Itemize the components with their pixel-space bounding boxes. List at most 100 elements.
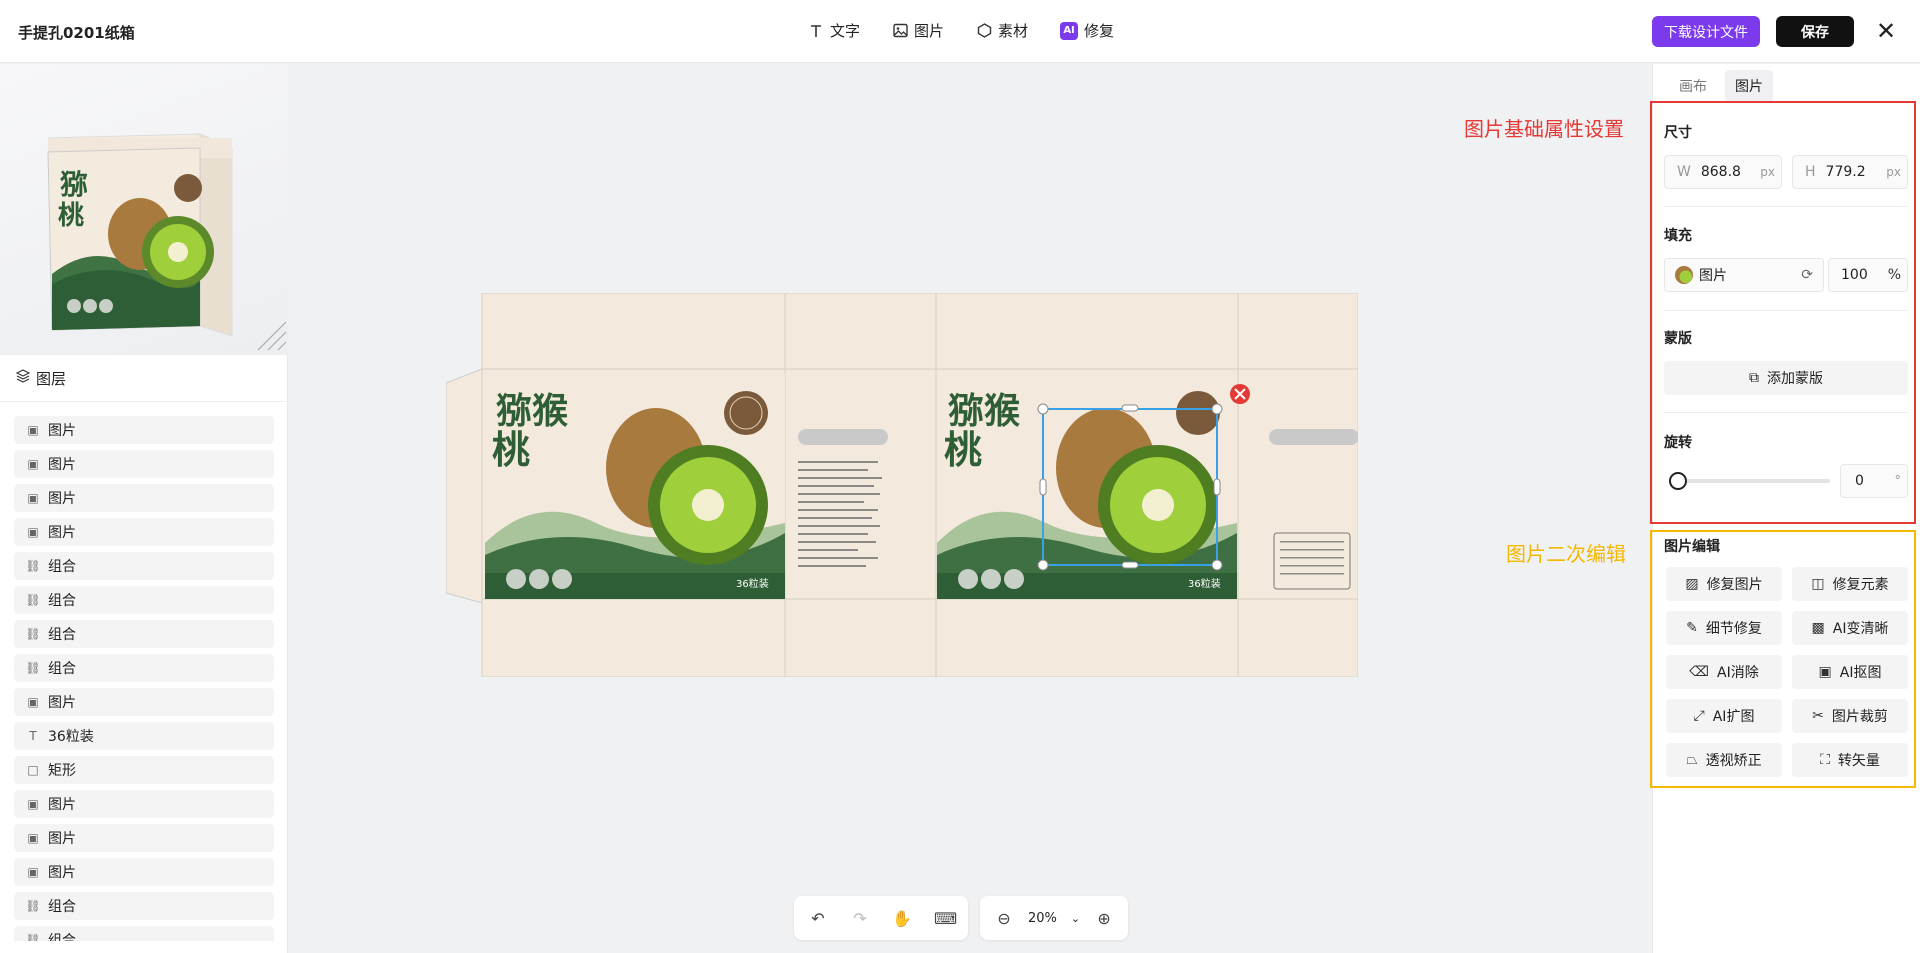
- image-crop-button[interactable]: ✂ 图片裁剪: [1792, 699, 1908, 733]
- rotation-slider-handle[interactable]: [1669, 472, 1687, 490]
- layer-item[interactable]: ▣ 图片: [14, 790, 274, 818]
- height-value[interactable]: 779.2: [1826, 164, 1866, 180]
- to-vector-button[interactable]: ⛶ 转矢量: [1792, 743, 1908, 777]
- expand-icon: ⤢: [1693, 708, 1705, 724]
- zoom-in-icon[interactable]: ⊕: [1094, 909, 1114, 928]
- group-layer-icon: ⛓: [25, 661, 41, 675]
- to-vector-label: 转矢量: [1837, 753, 1880, 769]
- detail-repair-button[interactable]: ✎ 细节修复: [1666, 611, 1782, 645]
- svg-text:桃: 桃: [492, 427, 530, 472]
- annotation-secondary-edit: 图片二次编辑: [1506, 542, 1626, 566]
- repair-element-icon: ◫: [1811, 576, 1825, 592]
- hand-icon[interactable]: ✋: [892, 909, 912, 928]
- fill-opacity-value[interactable]: 100: [1841, 267, 1868, 283]
- refresh-icon[interactable]: ⟳: [1801, 267, 1813, 283]
- ai-repair-tool-label: 修复: [1084, 22, 1115, 40]
- text-tool-button[interactable]: 文字: [808, 20, 860, 41]
- design-canvas[interactable]: 猕猴 桃 36粒装 猕猴 桃 36粒装: [289, 64, 1651, 953]
- ai-cutout-label: AI抠图: [1839, 665, 1882, 681]
- fill-opacity-unit: %: [1887, 267, 1901, 283]
- rotation-unit: °: [1894, 473, 1902, 489]
- layer-item[interactable]: ⛓ 组合: [14, 586, 274, 614]
- layer-label: 图片: [48, 831, 76, 847]
- perspective-correct-button[interactable]: ⏢ 透视矫正: [1666, 743, 1782, 777]
- layers-title: 图层: [36, 369, 67, 388]
- eraser-icon: ⌫: [1689, 664, 1710, 680]
- layer-label: 图片: [48, 491, 76, 507]
- layer-item[interactable]: ▣ 图片: [14, 484, 274, 512]
- download-design-button[interactable]: 下载设计文件: [1652, 16, 1760, 47]
- ai-sharpen-button[interactable]: ▩ AI变清晰: [1792, 611, 1908, 645]
- tab-canvas[interactable]: 画布: [1669, 70, 1717, 102]
- layer-item[interactable]: ▣ 图片: [14, 450, 274, 478]
- zoom-value[interactable]: 20%: [1028, 911, 1057, 926]
- height-field[interactable]: H 779.2 px: [1792, 155, 1908, 189]
- image-edit-section-title: 图片编辑: [1664, 539, 1720, 555]
- layer-item[interactable]: ▣ 图片: [14, 858, 274, 886]
- repair-image-button[interactable]: ▨ 修复图片: [1666, 567, 1782, 601]
- 3d-box-preview[interactable]: 猕 桃: [0, 64, 288, 354]
- add-mask-button[interactable]: ⧉ 添加蒙版: [1664, 361, 1908, 395]
- ai-repair-tool-button[interactable]: AI 修复: [1060, 20, 1114, 41]
- layer-item[interactable]: T 36粒装: [14, 722, 274, 750]
- rotation-slider[interactable]: [1670, 479, 1830, 483]
- group-layer-icon: ⛓: [25, 593, 41, 607]
- rotation-field[interactable]: 0 °: [1840, 464, 1908, 498]
- fill-type-field[interactable]: 图片 ⟳: [1664, 258, 1824, 292]
- fill-type-label: 图片: [1699, 268, 1727, 284]
- save-button[interactable]: 保存: [1776, 16, 1854, 47]
- divider: [1664, 206, 1908, 207]
- kiwi-thumbnail-icon: [1675, 266, 1693, 284]
- image-layer-icon: ▣: [27, 423, 39, 437]
- chevron-down-icon[interactable]: ⌄: [1071, 912, 1080, 925]
- left-panel: 猕 桃 图层 ▣ 图片 ▣ 图片 ▣ 图片 ▣ 图片 ⛓ 组合 ⛓ 组合 ⛓ 组合 ⛓ 组合 ▣…: [0, 64, 288, 953]
- scissors-icon: ✂: [1812, 708, 1824, 724]
- layer-item[interactable]: ⛓ 组合: [14, 620, 274, 648]
- layer-item[interactable]: ⛓ 组合: [14, 892, 274, 920]
- ai-erase-button[interactable]: ⌫ AI消除: [1666, 655, 1782, 689]
- material-icon: [976, 23, 992, 39]
- layer-label: 组合: [48, 933, 76, 941]
- layer-item[interactable]: □ 矩形: [14, 756, 274, 784]
- layer-item[interactable]: ⛓ 组合: [14, 654, 274, 682]
- divider: [1664, 310, 1908, 311]
- fill-opacity-field[interactable]: 100 %: [1828, 258, 1908, 292]
- layer-item[interactable]: ⛓ 组合: [14, 552, 274, 580]
- mask-icon: ⧉: [1749, 370, 1759, 386]
- close-icon[interactable]: ✕: [1874, 18, 1898, 44]
- image-tool-button[interactable]: 图片: [892, 20, 944, 41]
- ai-cutout-button[interactable]: ▣ AI抠图: [1792, 655, 1908, 689]
- keyboard-icon[interactable]: ⌨: [934, 909, 957, 928]
- ai-erase-label: AI消除: [1717, 665, 1759, 681]
- width-value[interactable]: 868.8: [1701, 164, 1741, 180]
- image-layer-icon: ▣: [27, 797, 39, 811]
- layer-item[interactable]: ▣ 图片: [14, 824, 274, 852]
- ai-expand-label: AI扩图: [1712, 709, 1755, 725]
- text-icon: [808, 23, 824, 39]
- width-field[interactable]: W 868.8 px: [1664, 155, 1782, 189]
- layer-label: 图片: [48, 525, 76, 541]
- ai-expand-button[interactable]: ⤢ AI扩图: [1666, 699, 1782, 733]
- layer-list[interactable]: ▣ 图片 ▣ 图片 ▣ 图片 ▣ 图片 ⛓ 组合 ⛓ 组合 ⛓ 组合 ⛓ 组合 ▣ 图片 T 36粒…: [14, 416, 274, 941]
- layer-item[interactable]: ▣ 图片: [14, 518, 274, 546]
- properties-tabs: 画布 图片: [1669, 70, 1773, 102]
- layer-item[interactable]: ⛓ 组合: [14, 926, 274, 941]
- undo-icon[interactable]: ↶: [808, 909, 828, 928]
- group-layer-icon: ⛓: [25, 627, 41, 641]
- tab-image[interactable]: 图片: [1725, 70, 1773, 102]
- repair-image-icon: ▨: [1685, 576, 1699, 592]
- repair-element-button[interactable]: ◫ 修复元素: [1792, 567, 1908, 601]
- box-dieline[interactable]: 猕猴 桃 36粒装 猕猴 桃 36粒装: [446, 293, 1358, 677]
- material-tool-button[interactable]: 素材: [976, 20, 1028, 41]
- rotation-value[interactable]: 0: [1855, 473, 1864, 489]
- width-unit: px: [1760, 165, 1775, 179]
- image-layer-icon: ▣: [27, 865, 39, 879]
- ai-sharpen-label: AI变清晰: [1832, 621, 1889, 637]
- detail-repair-label: 细节修复: [1705, 621, 1762, 637]
- zoom-toolbar: ⊖ 20% ⌄ ⊕: [980, 896, 1129, 940]
- layer-item[interactable]: ▣ 图片: [14, 688, 274, 716]
- redo-icon[interactable]: ↷: [850, 909, 870, 928]
- layer-item[interactable]: ▣ 图片: [14, 416, 274, 444]
- zoom-out-icon[interactable]: ⊖: [994, 909, 1014, 928]
- image-layer-icon: ▣: [27, 695, 39, 709]
